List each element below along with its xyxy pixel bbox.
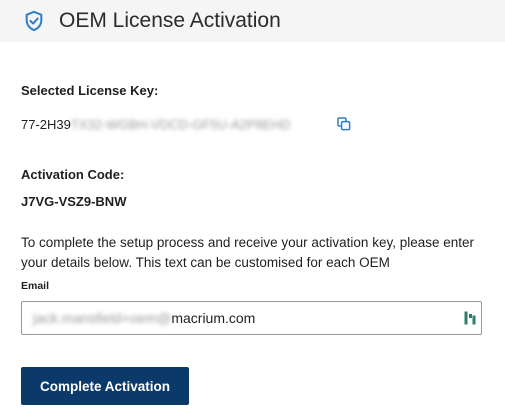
shield-check-icon (25, 10, 43, 32)
activation-code-value: J7VG-VSZ9-BNW (21, 194, 127, 209)
license-key-visible: 77-2H39 (21, 117, 71, 132)
description-text: To complete the setup process and receiv… (21, 235, 475, 270)
email-value[interactable]: jack.mansfield+oem@macrium.com (33, 310, 255, 326)
page-header: OEM License Activation (0, 0, 505, 42)
page-title: OEM License Activation (59, 9, 281, 32)
copy-icon[interactable] (337, 117, 351, 131)
email-field[interactable]: jack.mansfield+oem@macrium.com (21, 301, 482, 335)
license-key-label: Selected License Key: (21, 83, 159, 98)
activation-code-label: Activation Code: (21, 167, 125, 182)
email-label: Email (21, 280, 50, 292)
complete-activation-button[interactable]: Complete Activation (21, 367, 189, 405)
license-key-value: 77-2H39TX32-WGBH-VDCD-GF5U-A2P8EHD (21, 117, 290, 132)
password-manager-icon[interactable] (464, 311, 476, 325)
email-obscured: jack.mansfield+oem@ (33, 310, 172, 326)
email-visible: macrium.com (171, 310, 256, 326)
license-key-obscured: TX32-WGBH-VDCD-GF5U-A2P8EHD (70, 117, 291, 132)
